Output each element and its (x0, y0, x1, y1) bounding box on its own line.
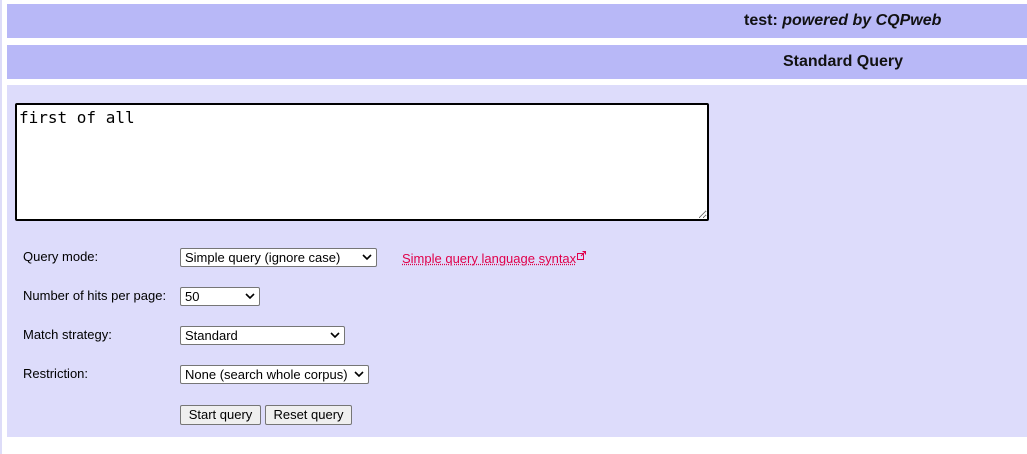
page-edge (0, 0, 2, 454)
match-strategy-select[interactable]: Standard (180, 326, 345, 345)
hits-per-page-label: Number of hits per page: (23, 288, 167, 303)
query-textarea[interactable]: first of all (15, 103, 709, 221)
match-strategy-label: Match strategy: (23, 327, 112, 342)
page-header: test: powered by CQPweb (7, 4, 1027, 38)
title-emphasis: powered by CQPweb (782, 12, 942, 29)
syntax-help-link-label: Simple query language syntax (402, 251, 577, 266)
hits-per-page-select[interactable]: 50 (180, 287, 260, 306)
query-mode-select[interactable]: Simple query (ignore case) (180, 248, 377, 267)
syntax-help-link[interactable]: Simple query language syntax (402, 251, 587, 266)
query-mode-value: Simple query (ignore case) (185, 250, 341, 265)
restriction-value: None (search whole corpus) (185, 367, 348, 382)
restriction-label: Restriction: (23, 366, 89, 381)
chevron-down-icon (330, 332, 340, 339)
section-title: Standard Query (783, 53, 904, 70)
chevron-down-icon (354, 371, 364, 378)
restriction-select[interactable]: None (search whole corpus) (180, 365, 369, 384)
reset-query-button[interactable]: Reset query (265, 405, 352, 425)
chevron-down-icon (362, 254, 372, 261)
page-title: test: powered by CQPweb (744, 12, 941, 30)
external-link-icon (577, 251, 587, 260)
query-form-panel: first of all Query mode: Simple query (i… (7, 85, 1027, 437)
hits-per-page-value: 50 (185, 289, 200, 304)
section-header: Standard Query (7, 45, 1027, 79)
start-query-button[interactable]: Start query (180, 405, 261, 425)
query-mode-label: Query mode: (23, 249, 99, 264)
title-prefix: test: (744, 12, 783, 29)
chevron-down-icon (245, 293, 255, 300)
match-strategy-value: Standard (185, 328, 238, 343)
